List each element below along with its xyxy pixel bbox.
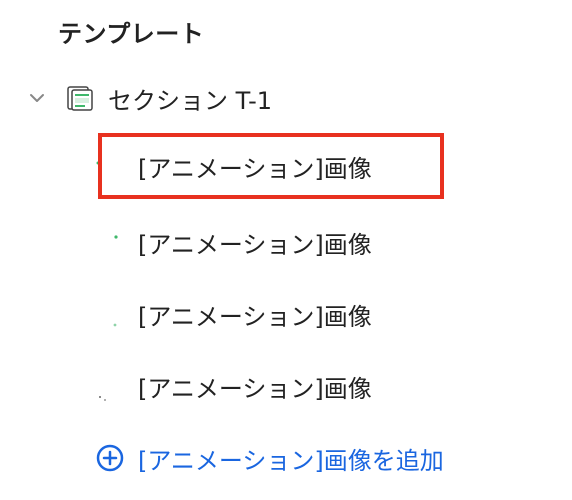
- section-label: セクション T-1: [108, 86, 273, 115]
- chevron-down-icon[interactable]: [28, 89, 46, 107]
- list-item-label: [アニメーション]画像: [138, 374, 372, 403]
- template-panel: テンプレート セクション T-1 [アニメーション]画像 [アニメーション]画像: [0, 0, 572, 500]
- selection-highlight: [98, 133, 444, 199]
- animation-thumbnail-icon: [114, 235, 118, 239]
- add-item-button[interactable]: [アニメーション]画像を追加: [96, 436, 444, 480]
- panel-heading: テンプレート: [58, 20, 205, 48]
- list-item-2[interactable]: [アニメーション]画像: [96, 218, 456, 266]
- list-item-label: [アニメーション]画像: [138, 230, 372, 259]
- list-item-3[interactable]: [アニメーション]画像: [96, 290, 456, 338]
- list-item-label: [アニメーション]画像: [138, 302, 372, 331]
- animation-thumbnail-icon: [113, 323, 117, 327]
- animation-thumbnail-icon: [99, 396, 106, 401]
- section-thumbnail-icon: [67, 86, 93, 111]
- section-row[interactable]: セクション T-1: [28, 78, 272, 118]
- plus-circle-icon[interactable]: [96, 444, 124, 472]
- add-item-label[interactable]: [アニメーション]画像を追加: [138, 441, 444, 476]
- list-item-4[interactable]: [アニメーション]画像: [96, 362, 456, 410]
